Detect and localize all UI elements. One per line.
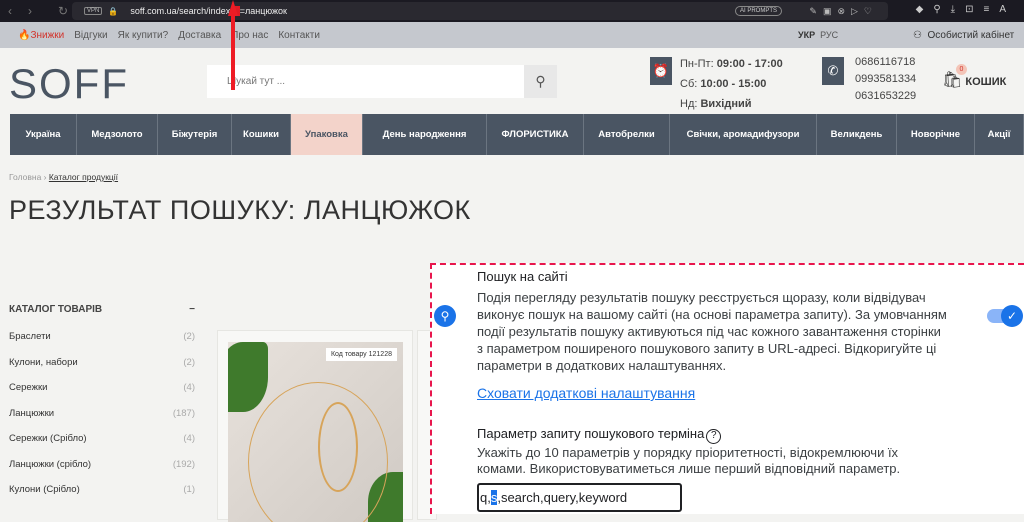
catalog-sidebar: КАТАЛОГ ТОВАРІВ − Браслети (2) Кулони, наб… [9, 304, 195, 510]
phone-number[interactable]: 0631653229 [855, 88, 916, 105]
category-item[interactable]: Великдень [817, 114, 897, 155]
product-code: Код товару 121228 [325, 348, 397, 361]
query-parameter-description: Укажіть до 10 параметрів у порядку пріор… [477, 445, 901, 476]
sidebar-item[interactable]: Кулони, набори (2) [9, 357, 195, 383]
leaf-decoration [228, 342, 268, 412]
sidebar-item[interactable]: Браслети (2) [9, 331, 195, 357]
language-switch: УКР РУС [798, 30, 838, 40]
collapse-icon[interactable]: − [189, 304, 195, 315]
cart-count: 0 [956, 64, 967, 75]
search-box: ⚲ [207, 65, 557, 98]
panel-title: Пошук на сайті [477, 269, 568, 284]
site-search-toggle[interactable]: ✓ [987, 305, 1023, 327]
category-nav: Україна Медзолото Біжутерія Кошики Упако… [0, 114, 1024, 155]
nav-reviews[interactable]: Відгуки [74, 30, 107, 41]
nav-delivery[interactable]: Доставка [178, 30, 221, 41]
url-prefix: soff.com.ua/search/index? [130, 6, 236, 16]
nav-how-to-buy[interactable]: Як купити? [118, 30, 169, 41]
forward-icon[interactable]: › [28, 4, 40, 18]
phone-number[interactable]: 0686116718 [855, 54, 916, 71]
nav-sales[interactable]: 🔥Знижки [8, 30, 64, 41]
url-text: soff.com.ua/search/index?s=ланцюжок [130, 6, 287, 16]
vpn-badge[interactable]: VPN [84, 7, 103, 15]
user-icon: ⚇ [913, 29, 922, 41]
sidebar-item[interactable]: Кулони (Срібло) (1) [9, 484, 195, 510]
address-bar-icons[interactable]: ✎▣⊗▷♡ [809, 6, 878, 17]
phone-number[interactable]: 0993581334 [855, 71, 916, 88]
search-icon: ⚲ [535, 73, 546, 89]
breadcrumb: Головна › Каталог продукції [9, 172, 119, 182]
clock-icon: ⏰ [650, 57, 672, 85]
breadcrumb-current[interactable]: Каталог продукції [49, 172, 118, 182]
help-icon[interactable]: ? [706, 429, 722, 444]
sidebar-item[interactable]: Сережки (Срібло) (4) [9, 433, 195, 459]
product-image[interactable]: Код товару 121228 [228, 342, 403, 522]
search-input[interactable] [207, 65, 524, 98]
sidebar-item[interactable]: Сережки (4) [9, 382, 195, 408]
address-bar[interactable]: VPN 🔒 soff.com.ua/search/index?s=ланцюжо… [72, 2, 888, 20]
cart-button[interactable]: 🛍 0 КОШИК [942, 64, 1006, 90]
logo[interactable]: SOFF [9, 60, 129, 108]
sidebar-item[interactable]: Ланцюжки (срібло) (192) [9, 459, 195, 485]
site-header: SOFF ⚲ ⏰ Пн-Пт: 09:00 - 17:00 Сб: 10:00 … [0, 48, 1024, 113]
sidebar-item[interactable]: Ланцюжки (187) [9, 408, 195, 434]
panel-description: Подія перегляду результатів пошуку реєст… [477, 290, 947, 373]
category-item[interactable]: Новорічне [897, 114, 975, 155]
back-icon[interactable]: ‹ [8, 4, 20, 18]
ai-prompts-button[interactable]: AI PROMPTS [734, 6, 782, 16]
search-button[interactable]: ⚲ [524, 65, 557, 98]
phone-icon: ✆ [822, 57, 844, 85]
fire-icon: 🔥 [18, 29, 31, 41]
query-parameter-input[interactable]: q,s,search,query,keyword [477, 483, 682, 512]
category-item[interactable]: Свічки, аромадифузори [670, 114, 817, 155]
category-item[interactable]: Упаковка [291, 114, 363, 155]
top-nav: 🔥Знижки Відгуки Як купити? Доставка Про … [0, 22, 1024, 48]
category-item[interactable]: ФЛОРИСТИКА [487, 114, 584, 155]
chain-shape [248, 382, 388, 522]
category-item[interactable]: Автобрелки [584, 114, 670, 155]
browser-toolbar: ‹ › ↻ VPN 🔒 soff.com.ua/search/index?s=л… [0, 0, 1024, 22]
query-parameter-title: Параметр запиту пошукового терміна? [477, 426, 722, 444]
nav-contacts[interactable]: Контакти [278, 30, 320, 41]
sidebar-heading: КАТАЛОГ ТОВАРІВ [9, 304, 103, 315]
category-item[interactable]: Україна [10, 114, 77, 155]
category-item[interactable]: Кошики [232, 114, 291, 155]
extension-icons[interactable]: ◆⚲⤓⊡≡A [916, 4, 1016, 15]
check-icon: ✓ [1001, 305, 1023, 327]
category-item[interactable]: День народження [363, 114, 487, 155]
account-link[interactable]: ⚇ Особистий кабінет [903, 30, 1014, 41]
category-item[interactable]: Біжутерія [158, 114, 232, 155]
red-arrow-annotation [228, 0, 238, 90]
site-search-settings-panel: ⚲ Пошук на сайті Подія перегляду результ… [430, 263, 1024, 514]
search-icon: ⚲ [434, 305, 456, 327]
lang-rus[interactable]: РУС [820, 30, 838, 40]
product-card[interactable]: Код товару 121228 [217, 330, 413, 522]
lock-icon: 🔒 [108, 6, 119, 16]
reload-icon[interactable]: ↻ [58, 4, 70, 18]
working-hours: Пн-Пт: 09:00 - 17:00 Сб: 10:00 - 15:00 Н… [680, 58, 783, 110]
url-suffix: =ланцюжок [239, 6, 287, 16]
page-title: РЕЗУЛЬТАТ ПОШУКУ: ЛАНЦЮЖОК [9, 195, 471, 225]
hide-advanced-settings-link[interactable]: Сховати додаткові налаштування [477, 385, 695, 401]
phone-list: 0686116718 0993581334 0631653229 [855, 54, 916, 105]
lang-ukr[interactable]: УКР [798, 30, 815, 40]
breadcrumb-home[interactable]: Головна [9, 172, 41, 182]
category-item[interactable]: Медзолото [77, 114, 158, 155]
category-item[interactable]: Акції [975, 114, 1024, 155]
